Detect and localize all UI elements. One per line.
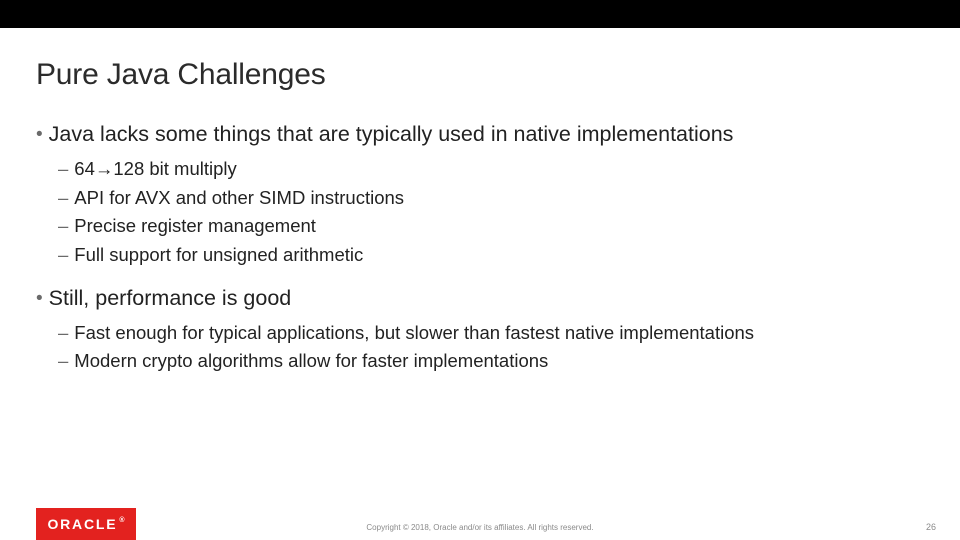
dash-icon: – xyxy=(58,215,68,236)
sub-bullet-text: API for AVX and other SIMD instructions xyxy=(74,187,404,208)
sub-bullet-item: –Fast enough for typical applications, b… xyxy=(58,319,924,348)
sub-bullet-text: Fast enough for typical applications, bu… xyxy=(74,322,754,343)
bullet-icon: • xyxy=(36,124,43,145)
sub-bullet-text: Full support for unsigned arithmetic xyxy=(74,244,363,265)
sub-list: –Fast enough for typical applications, b… xyxy=(58,319,924,376)
dash-icon: – xyxy=(58,244,68,265)
bullet-item: • Still, performance is good xyxy=(36,284,924,313)
bullet-icon: • xyxy=(36,288,43,309)
sub-bullet-item: –API for AVX and other SIMD instructions xyxy=(58,184,924,213)
slide-footer: ORACLE® Copyright © 2018, Oracle and/or … xyxy=(0,502,960,540)
sub-bullet-text: Modern crypto algorithms allow for faste… xyxy=(74,350,548,371)
sub-bullet-item: –64→128 bit multiply xyxy=(58,155,924,184)
bullet-text: Java lacks some things that are typicall… xyxy=(49,122,734,146)
dash-icon: – xyxy=(58,187,68,208)
sub-bullet-item: –Full support for unsigned arithmetic xyxy=(58,241,924,270)
sub-bullet-item: –Modern crypto algorithms allow for fast… xyxy=(58,347,924,376)
slide: Pure Java Challenges • Java lacks some th… xyxy=(0,0,960,540)
dash-icon: – xyxy=(58,322,68,343)
sub-bullet-text: Precise register management xyxy=(74,215,316,236)
sub-bullet-text: 64→128 bit multiply xyxy=(74,158,236,179)
bullet-text: Still, performance is good xyxy=(49,286,292,310)
slide-title: Pure Java Challenges xyxy=(36,58,326,92)
page-number: 26 xyxy=(926,522,936,532)
dash-icon: – xyxy=(58,158,68,179)
slide-body: • Java lacks some things that are typical… xyxy=(36,120,924,390)
sub-list: –64→128 bit multiply –API for AVX and ot… xyxy=(58,155,924,270)
copyright-text: Copyright © 2018, Oracle and/or its affi… xyxy=(0,523,960,532)
sub-bullet-item: –Precise register management xyxy=(58,212,924,241)
bullet-item: • Java lacks some things that are typical… xyxy=(36,120,924,149)
dash-icon: – xyxy=(58,350,68,371)
